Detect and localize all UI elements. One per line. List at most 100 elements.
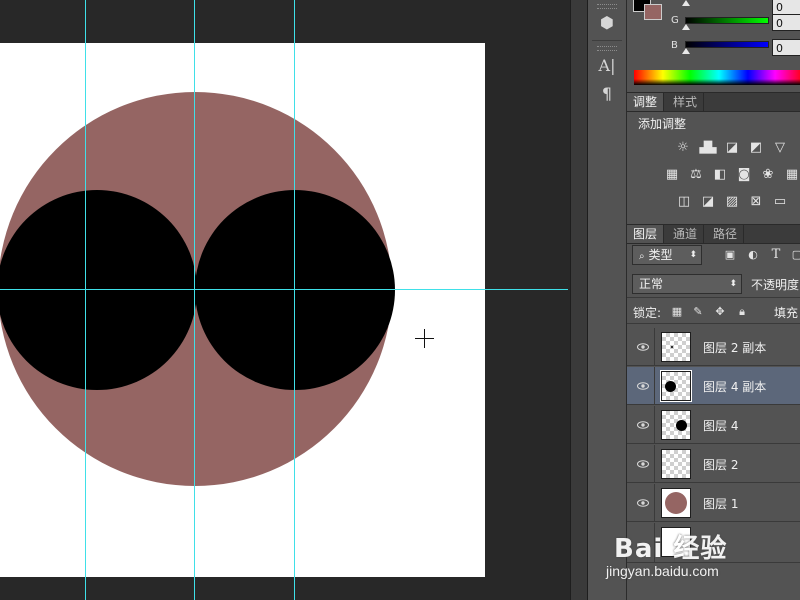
collapsed-panel-strip: ⬢ A| ¶: [588, 0, 627, 600]
horizontal-guide[interactable]: [0, 289, 568, 290]
tab-paths[interactable]: 路径: [707, 225, 745, 243]
3d-cube-icon[interactable]: ⬢: [595, 12, 619, 34]
filter-pixel-icon[interactable]: ▣: [723, 248, 737, 262]
grip-icon[interactable]: [597, 4, 617, 9]
layer-thumbnail: [661, 488, 691, 518]
black-circle-left: [0, 190, 197, 390]
threshold-icon[interactable]: ▨: [723, 193, 741, 211]
tab-layers[interactable]: 图层: [627, 225, 665, 243]
channel-mixer-icon[interactable]: ❀: [759, 166, 777, 184]
lock-label: 锁定:: [633, 306, 662, 320]
layers-tabbar: 图层 通道 路径: [627, 224, 800, 244]
vertical-guide[interactable]: [294, 0, 295, 600]
curves-icon[interactable]: ◪: [723, 139, 741, 157]
layer-thumbnail: [661, 410, 691, 440]
green-slider-track[interactable]: [685, 17, 769, 24]
lock-all-icon[interactable]: 🔒︎: [735, 305, 749, 319]
posterize-icon[interactable]: ◪: [699, 193, 717, 211]
filter-shape-icon[interactable]: ▢: [790, 248, 800, 262]
green-slider-thumb[interactable]: [682, 24, 690, 30]
blend-mode-value: 正常: [639, 277, 664, 291]
layer-filter-label: 类型: [648, 248, 673, 262]
layer-row[interactable]: 图层 1: [627, 484, 800, 522]
layer-name: 图层 2: [703, 458, 739, 472]
visibility-toggle[interactable]: [627, 484, 655, 522]
layers-list-separator: [627, 323, 800, 324]
document-canvas[interactable]: [0, 43, 485, 577]
color-lookup-icon[interactable]: ▦: [783, 166, 800, 184]
vibrance-icon[interactable]: ▽: [771, 139, 789, 157]
filter-adjustment-icon[interactable]: ◐: [746, 248, 760, 262]
background-color-swatch[interactable]: [644, 4, 662, 20]
exposure-icon[interactable]: ◩: [747, 139, 765, 157]
color-balance-icon[interactable]: ⚖: [687, 166, 705, 184]
watermark-url: jingyan.baidu.com: [606, 563, 719, 579]
strip-separator: [592, 40, 622, 41]
layer-name: 图层 2 副本: [703, 341, 767, 355]
filter-type-icon[interactable]: T: [769, 248, 783, 262]
document-workspace[interactable]: [0, 0, 570, 600]
vertical-guide[interactable]: [194, 0, 195, 600]
lock-paint-brush-icon[interactable]: ✎: [691, 305, 705, 319]
baidu-jingyan-watermark: Bai 经验 jingyan.baidu.com: [606, 528, 794, 588]
chevron-updown-icon: ⬍: [729, 279, 737, 289]
crosshair-cursor-icon: [415, 329, 434, 348]
visibility-toggle[interactable]: [627, 367, 655, 405]
eye-icon: [637, 343, 649, 351]
lock-transparency-icon[interactable]: ▦: [670, 305, 684, 319]
lock-position-move-icon[interactable]: ✥: [713, 305, 727, 319]
layer-row[interactable]: 图层 4 副本: [627, 367, 800, 405]
red-slider-thumb[interactable]: [682, 0, 690, 6]
selective-color-icon[interactable]: ⊠: [747, 193, 765, 211]
blue-slider-thumb[interactable]: [682, 48, 690, 54]
blend-mode-select[interactable]: 正常 ⬍: [632, 274, 742, 294]
levels-icon[interactable]: ▟▙: [699, 139, 717, 157]
brightness-contrast-icon[interactable]: ☼: [674, 139, 692, 157]
color-spectrum-ramp[interactable]: [634, 70, 800, 85]
layer-thumbnail: [661, 449, 691, 479]
layer-thumbnail: [661, 332, 691, 362]
tab-styles[interactable]: 样式: [667, 93, 705, 111]
adjustments-tabbar: 调整 样式: [627, 92, 800, 112]
opacity-label: 不透明度: [751, 278, 800, 292]
visibility-toggle[interactable]: [627, 328, 655, 366]
blue-slider-label: B: [671, 40, 678, 51]
layer-row[interactable]: 图层 2: [627, 445, 800, 483]
red-value-input[interactable]: 0: [772, 0, 800, 15]
layer-row[interactable]: 图层 4: [627, 406, 800, 444]
tab-adjustments[interactable]: 调整: [627, 93, 665, 111]
visibility-toggle[interactable]: [627, 445, 655, 483]
lock-row-separator: [627, 297, 800, 298]
eye-icon: [637, 382, 649, 390]
layer-name: 图层 4 副本: [703, 380, 767, 394]
visibility-toggle[interactable]: [627, 406, 655, 444]
red-slider-label: R: [671, 0, 678, 2]
vertical-guide[interactable]: [85, 0, 86, 600]
invert-icon[interactable]: ◫: [675, 193, 693, 211]
gradient-map-icon[interactable]: ▭: [771, 193, 789, 211]
search-icon: ⌕: [639, 251, 645, 262]
character-icon[interactable]: A|: [595, 55, 619, 77]
layer-name: 图层 1: [703, 497, 739, 511]
black-white-icon[interactable]: ◧: [711, 166, 729, 184]
watermark-brand: Bai 经验: [614, 534, 728, 564]
layer-filter-select[interactable]: ⌕ 类型 ⬍: [632, 245, 702, 265]
layer-name: 图层 4: [703, 419, 739, 433]
blue-slider-track[interactable]: [685, 41, 769, 48]
layer-row[interactable]: 图层 2 副本: [627, 328, 800, 366]
hue-saturation-icon[interactable]: ▦: [663, 166, 681, 184]
paragraph-icon[interactable]: ¶: [595, 83, 619, 105]
eye-icon: [637, 421, 649, 429]
canvas-artwork: [0, 92, 395, 486]
blue-value-input[interactable]: 0: [772, 39, 800, 56]
grip-icon[interactable]: [597, 46, 617, 51]
panel-divider[interactable]: [570, 0, 588, 600]
green-slider-label: G: [671, 15, 679, 26]
photo-filter-icon[interactable]: ◙: [735, 166, 753, 184]
right-panel: R 0 G 0 B 0 调整 样式 添加调整 ☼ ▟▙ ◪ ◩ ▽ ▦ ⚖ ◧ …: [627, 0, 800, 600]
fill-label: 填充: [774, 306, 799, 320]
eye-icon: [637, 460, 649, 468]
tab-channels[interactable]: 通道: [667, 225, 705, 243]
green-value-input[interactable]: 0: [772, 14, 800, 31]
black-circle-right: [195, 190, 395, 390]
